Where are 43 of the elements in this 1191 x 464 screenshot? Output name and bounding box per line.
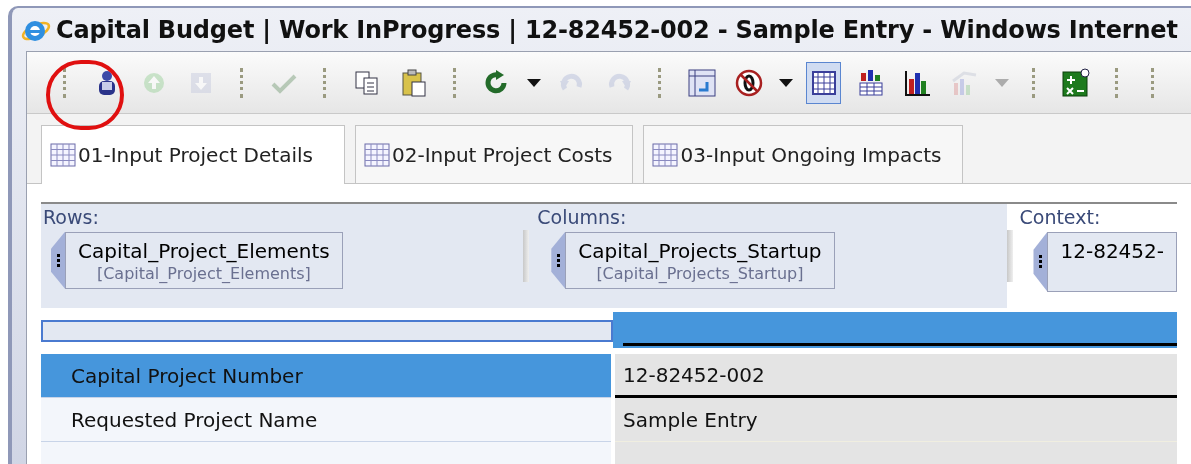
bar-chart-icon: [903, 68, 932, 97]
caret-icon: [779, 78, 794, 87]
columns-label: Columns:: [537, 206, 628, 230]
grid-icon: [50, 143, 76, 167]
swap-axes-icon: [686, 67, 717, 98]
dimension-name: Capital_Projects_Startup: [578, 238, 822, 264]
row-header-cell[interactable]: Capital Project Number: [41, 354, 611, 398]
grid-icon: [652, 142, 679, 167]
tab[interactable]: 01-Input Project Details: [41, 125, 345, 184]
grid-button[interactable]: [806, 61, 842, 104]
grid-icon: [364, 142, 390, 167]
table-chart-icon: [857, 68, 884, 97]
table-cell[interactable]: Sample Entry: [615, 398, 1177, 442]
undo-icon: [558, 72, 585, 93]
separator-grip-icon: [63, 67, 67, 98]
context-label: Context:: [1019, 206, 1102, 230]
paste-icon: [400, 68, 427, 97]
rows-dimension-chip[interactable]: Capital_Project_Elements [Capital_Project_Elements]: [65, 231, 343, 289]
context-dimension-chip[interactable]: 12-82452-: [1047, 231, 1177, 292]
separator-grip-icon: [1032, 67, 1036, 98]
hierarchy-name: [Capital_Projects_Startup]: [596, 263, 804, 284]
dimension-name: Capital_Project_Elements: [78, 238, 330, 264]
separator-grip-icon: [323, 67, 328, 98]
separator-grip-icon: [658, 67, 663, 98]
tab[interactable]: 02-Input Project Costs: [355, 125, 634, 183]
hierarchy-name: [Capital_Project_Elements]: [96, 263, 311, 284]
copy-icon: [353, 69, 380, 96]
caret-icon: [995, 78, 1010, 87]
tab[interactable]: 03-Input Ongoing Impacts: [643, 125, 963, 183]
separator-grip-icon: [1115, 67, 1119, 98]
columns-dimension-chip[interactable]: Capital_Projects_Startup [Capital_Projects_Startup]: [565, 231, 835, 289]
separator-grip-icon: [1151, 67, 1155, 98]
caret-icon: [527, 78, 542, 87]
dimension-name: 12-82452-: [1060, 238, 1164, 264]
table-cell[interactable]: 12-82452-002: [615, 354, 1177, 398]
row-header-cell[interactable]: Requested Project Name: [41, 398, 611, 442]
calculator-icon: [1060, 67, 1091, 98]
grid-icon: [810, 69, 837, 96]
window-title: Capital Budget | Work InProgress | 12-82452-002 - Sample Entry - Windows Internet: [56, 14, 1178, 46]
separator-grip-icon: [240, 67, 245, 98]
rows-label: Rows:: [43, 206, 100, 230]
no-zero-icon: [733, 67, 764, 98]
separator-grip-icon: [453, 67, 458, 98]
